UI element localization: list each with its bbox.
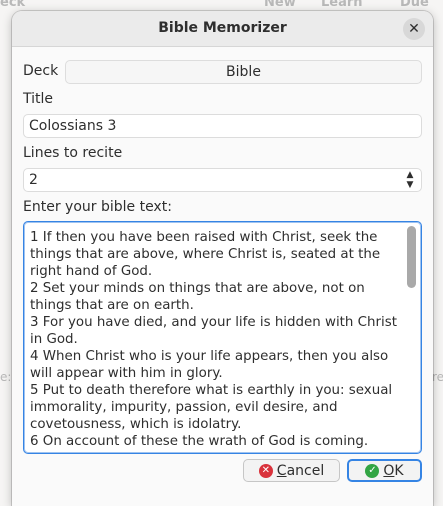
close-icon: ✕ bbox=[408, 21, 420, 37]
lines-to-recite-value: 2 bbox=[29, 172, 38, 188]
ok-button-label: OK bbox=[383, 462, 404, 479]
checkmark-icon: ✓ bbox=[365, 463, 380, 478]
lines-to-recite-label: Lines to recite bbox=[23, 145, 123, 161]
background-column-learn: Learn bbox=[321, 0, 363, 10]
background-column-new: New bbox=[264, 0, 296, 10]
cancel-icon: ✕ bbox=[258, 463, 273, 478]
dialog-title: Bible Memorizer bbox=[158, 20, 287, 36]
ok-button[interactable]: ✓ OK bbox=[347, 459, 422, 482]
bible-memorizer-dialog: Bible Memorizer ✕ Deck Bible Title Colos… bbox=[12, 11, 433, 506]
dialog-titlebar: Bible Memorizer ✕ bbox=[12, 11, 433, 47]
text-scrollbar[interactable] bbox=[407, 226, 416, 288]
cancel-button-label: Cancel bbox=[276, 462, 325, 479]
background-column-due: Due bbox=[400, 0, 429, 10]
background-side-text-left: e: bbox=[0, 370, 12, 384]
bible-text-content: 1 If then you have been raised with Chri… bbox=[30, 230, 397, 449]
deck-label: Deck bbox=[23, 63, 59, 79]
cancel-button[interactable]: ✕ Cancel bbox=[243, 459, 340, 482]
background-column-deck: eck bbox=[0, 0, 26, 10]
lines-to-recite-spinner[interactable]: 2 ▲ ▼ bbox=[23, 168, 422, 192]
title-input[interactable]: Colossians 3 bbox=[23, 114, 422, 138]
deck-selector-button[interactable]: Bible bbox=[65, 60, 422, 84]
spin-arrows-icon[interactable]: ▲ ▼ bbox=[405, 170, 415, 190]
title-label: Title bbox=[23, 91, 54, 107]
close-button[interactable]: ✕ bbox=[403, 18, 425, 40]
bible-text-area[interactable]: 1 If then you have been raised with Chri… bbox=[23, 221, 422, 454]
background-side-text-right: re bbox=[432, 370, 443, 384]
bible-text-label: Enter your bible text: bbox=[23, 199, 172, 215]
